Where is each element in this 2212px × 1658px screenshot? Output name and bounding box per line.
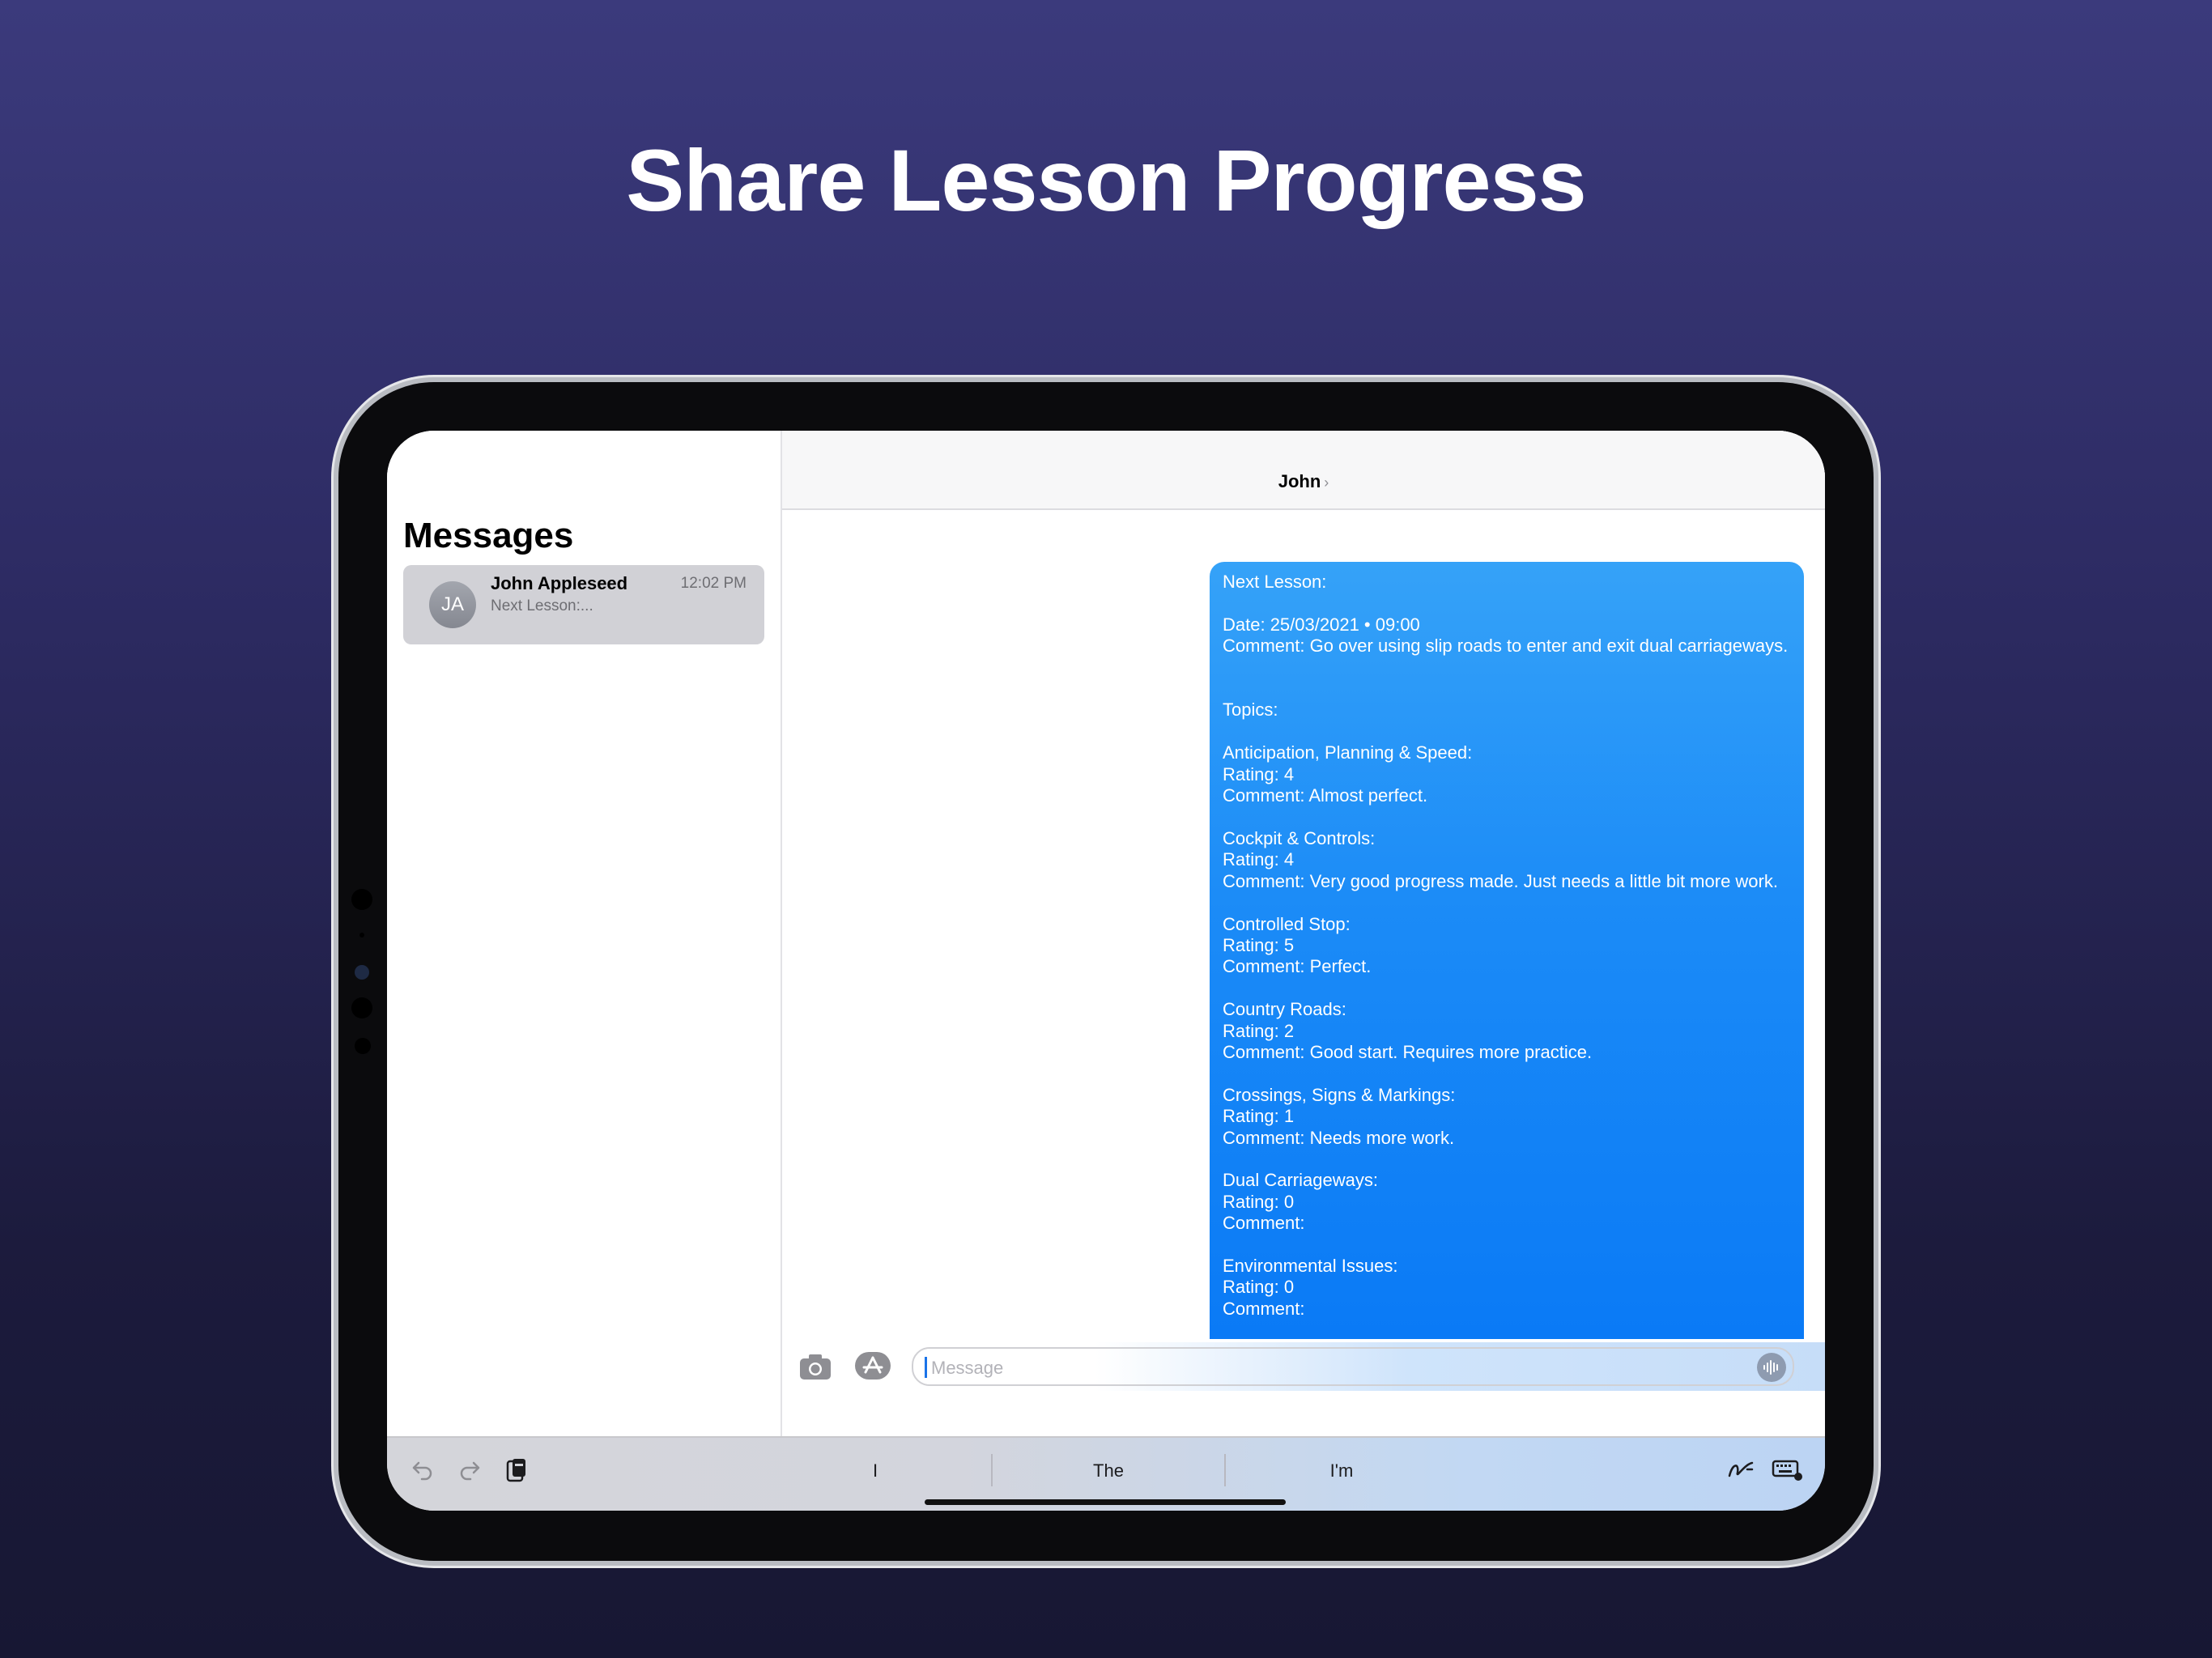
keyboard-icon[interactable] <box>1772 1454 1804 1486</box>
waveform-icon[interactable] <box>1757 1353 1786 1382</box>
undo-icon[interactable] <box>406 1454 439 1486</box>
screen: Messages JA John Appleseed 12:02 PM Next… <box>387 431 1825 1511</box>
message-input-bar: Message <box>782 1342 1825 1391</box>
camera-sensor <box>355 1038 371 1054</box>
chevron-right-icon: › <box>1324 474 1329 491</box>
headline: Share Lesson Progress <box>626 131 1587 229</box>
message-input[interactable]: Message <box>912 1347 1794 1386</box>
camera-sensor <box>359 933 364 937</box>
suggestion-2[interactable]: The <box>993 1460 1224 1482</box>
sidebar-title: Messages <box>403 516 574 555</box>
text-cursor <box>925 1357 927 1378</box>
scribble-icon[interactable] <box>1725 1454 1757 1486</box>
contact-name: John <box>1278 471 1321 491</box>
conversation-row[interactable]: JA John Appleseed 12:02 PM Next Lesson:.… <box>403 565 764 644</box>
app-store-icon[interactable] <box>855 1352 891 1380</box>
suggestion-1[interactable]: I <box>759 1460 991 1482</box>
camera-lens <box>355 965 369 980</box>
conversation-time: 12:02 PM <box>680 575 747 592</box>
camera-icon[interactable] <box>797 1352 834 1381</box>
message-bubble[interactable]: Next Lesson: Date: 25/03/2021 • 09:00 Co… <box>1210 562 1804 1339</box>
device-button-top-1 <box>447 376 499 381</box>
avatar: JA <box>429 581 476 628</box>
contact-name-button[interactable]: John › <box>782 471 1825 492</box>
paste-icon[interactable] <box>500 1454 533 1486</box>
conversation-preview: Next Lesson:... <box>491 597 593 614</box>
camera-sensor <box>351 889 372 910</box>
chat-header: John › <box>782 431 1825 510</box>
ipad-frame: Messages JA John Appleseed 12:02 PM Next… <box>338 382 1874 1561</box>
camera-sensor <box>351 997 372 1018</box>
conversation-sidebar: Messages JA John Appleseed 12:02 PM Next… <box>387 431 782 1436</box>
redo-icon[interactable] <box>453 1454 486 1486</box>
suggestion-3[interactable]: I'm <box>1226 1460 1457 1482</box>
chat-pane: John › Next Lesson: Date: 25/03/2021 • 09… <box>782 431 1825 1436</box>
device-button-top-2 <box>513 376 565 381</box>
message-placeholder: Message <box>931 1358 1004 1378</box>
home-indicator[interactable] <box>925 1499 1286 1505</box>
message-text: Next Lesson: Date: 25/03/2021 • 09:00 Co… <box>1223 572 1789 1319</box>
conversation-name: John Appleseed <box>491 573 628 593</box>
